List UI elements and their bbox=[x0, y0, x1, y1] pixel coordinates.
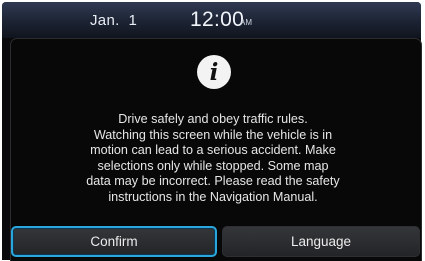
clock-time: 12:00 bbox=[190, 8, 245, 31]
confirm-button[interactable]: Confirm bbox=[11, 226, 217, 257]
info-icon: i bbox=[197, 55, 231, 89]
confirm-button-label: Confirm bbox=[90, 234, 138, 249]
date-label: Jan. 1 bbox=[90, 12, 138, 29]
clock-ampm: AM bbox=[240, 18, 252, 27]
language-button[interactable]: Language bbox=[222, 226, 420, 257]
language-button-label: Language bbox=[290, 234, 352, 249]
navigation-screen: Jan. 1 12:00 AM i Drive safely and obey … bbox=[0, 0, 425, 261]
safety-warning-message: Drive safely and obey traffic rules. Wat… bbox=[86, 112, 340, 204]
status-bar: Jan. 1 12:00 AM bbox=[2, 2, 421, 38]
